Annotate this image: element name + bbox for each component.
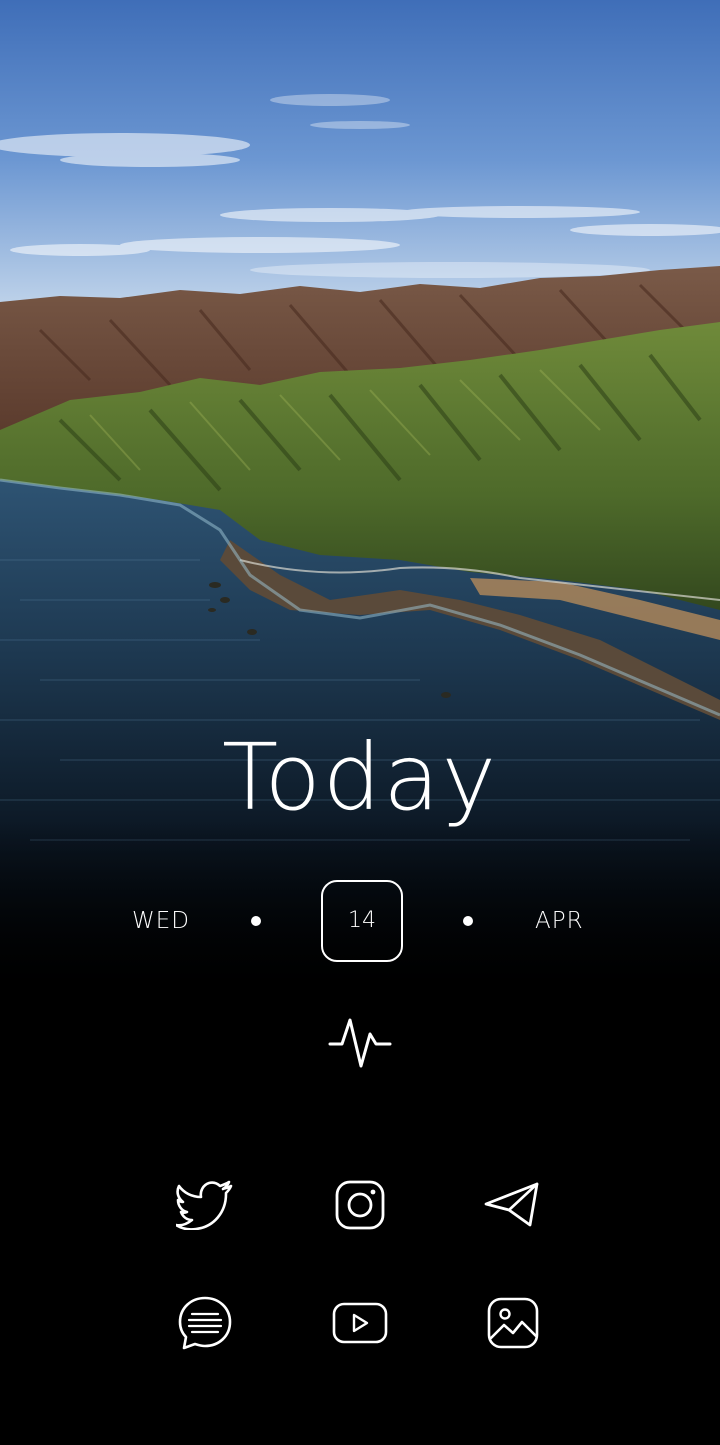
telegram-icon[interactable] — [482, 1175, 542, 1235]
pulse-icon[interactable] — [328, 1012, 392, 1072]
youtube-icon[interactable] — [330, 1293, 390, 1353]
date-widget[interactable]: WED 14 APR — [0, 880, 720, 962]
separator-dot — [463, 916, 473, 926]
instagram-icon[interactable] — [330, 1175, 390, 1235]
wallpaper-image — [0, 0, 720, 1000]
day-number-box: 14 — [321, 880, 403, 962]
gallery-icon[interactable] — [483, 1293, 543, 1353]
today-title: Today — [221, 724, 499, 831]
messages-icon[interactable] — [175, 1293, 235, 1353]
separator-dot — [251, 916, 261, 926]
twitter-icon[interactable] — [175, 1175, 235, 1235]
month-label: APR — [535, 908, 584, 934]
home-screen: Today WED 14 APR — [0, 0, 720, 1445]
weekday-label: WED — [132, 908, 190, 934]
